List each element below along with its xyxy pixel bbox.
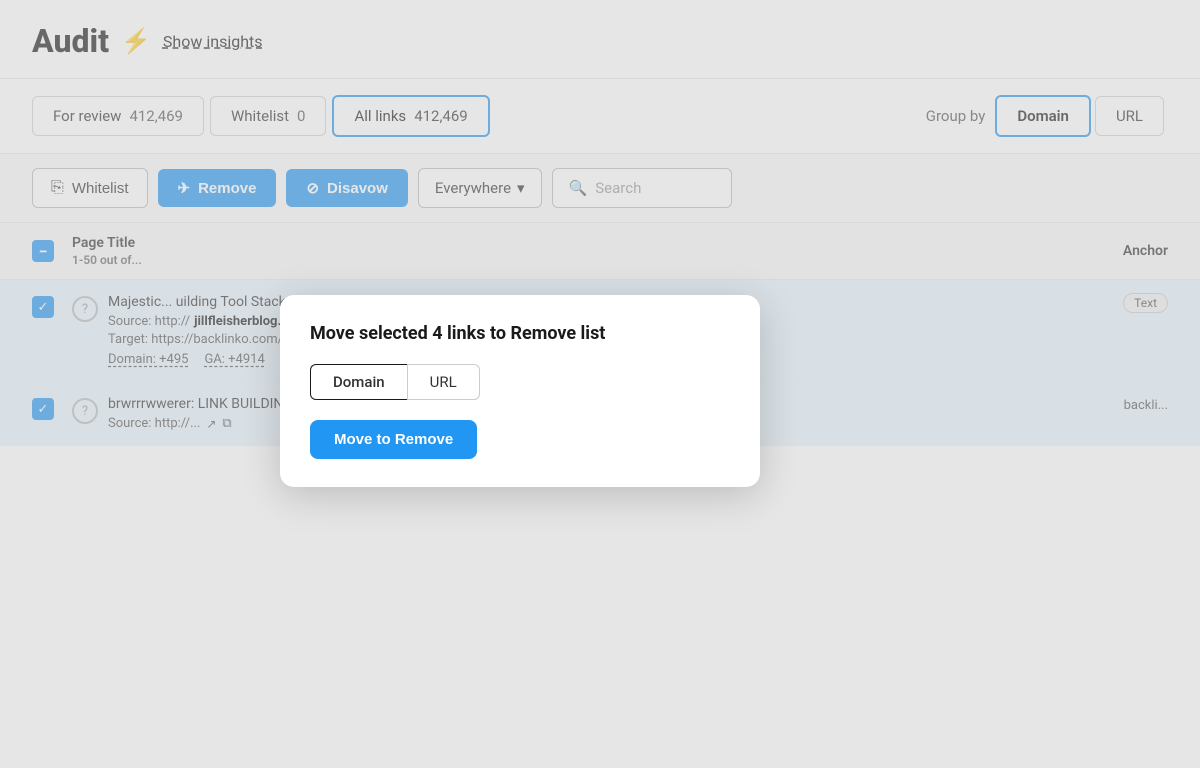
modal-title: Move selected 4 links to Remove list (310, 323, 730, 344)
page-wrapper: Audit ⚡ Show insights For review 412,469… (0, 0, 1200, 768)
modal-tab-group: Domain URL (310, 364, 730, 400)
move-to-remove-button[interactable]: Move to Remove (310, 420, 477, 459)
modal-tab-domain[interactable]: Domain (310, 364, 407, 400)
modal-tab-url[interactable]: URL (407, 364, 480, 400)
move-to-remove-modal: Move selected 4 links to Remove list Dom… (280, 295, 760, 487)
